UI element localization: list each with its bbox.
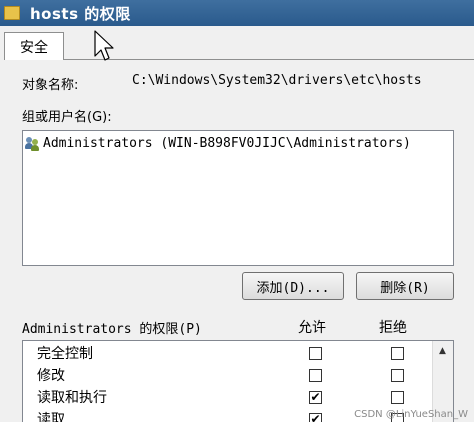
object-name-label: 对象名称: (22, 78, 79, 93)
tab-security-label: 安全 (20, 39, 48, 56)
allow-full-control-checkbox[interactable] (309, 347, 322, 360)
perm-read-execute-label: 读取和执行 (37, 390, 107, 406)
add-button-label: 添加(D)... (256, 280, 330, 296)
security-panel: 对象名称: C:\Windows\System32\drivers\etc\ho… (0, 60, 474, 422)
allow-modify-checkbox[interactable] (309, 369, 322, 382)
tab-strip: 安全 (0, 26, 474, 60)
deny-column-header: 拒绝 (379, 320, 407, 336)
users-group-icon (25, 135, 41, 151)
deny-read-execute-checkbox[interactable] (391, 391, 404, 404)
title-bar: hosts 的权限 (0, 0, 474, 26)
remove-button[interactable]: 删除(R) (356, 272, 454, 300)
allow-read-checkbox[interactable]: ✔ (309, 413, 322, 422)
remove-button-label: 删除(R) (380, 280, 430, 296)
deny-full-control-checkbox[interactable] (391, 347, 404, 360)
group-user-list[interactable]: Administrators (WIN-B898FV0JIJC\Administ… (22, 130, 454, 266)
group-user-label: 组或用户名(G): (22, 110, 112, 125)
tab-security[interactable]: 安全 (4, 32, 64, 60)
object-name-value: C:\Windows\System32\drivers\etc\hosts (132, 73, 422, 88)
window-title: hosts 的权限 (30, 4, 131, 23)
deny-modify-checkbox[interactable] (391, 369, 404, 382)
mouse-pointer-icon (94, 30, 114, 61)
allow-column-header: 允许 (298, 320, 326, 336)
add-button[interactable]: 添加(D)... (242, 272, 344, 300)
watermark: CSDN @LinYueShan_W (354, 409, 468, 420)
perm-full-control-label: 完全控制 (37, 346, 93, 362)
perm-read-label: 读取 (37, 412, 65, 422)
scroll-up-arrow-icon[interactable]: ▲ (435, 343, 450, 358)
list-item-label: Administrators (WIN-B898FV0JIJC\Administ… (43, 135, 411, 151)
perm-modify-label: 修改 (37, 368, 65, 384)
list-item-administrators[interactable]: Administrators (WIN-B898FV0JIJC\Administ… (25, 135, 411, 151)
folder-icon (4, 6, 20, 20)
permissions-label: Administrators 的权限(P) (22, 322, 202, 337)
allow-read-execute-checkbox[interactable]: ✔ (309, 391, 322, 404)
